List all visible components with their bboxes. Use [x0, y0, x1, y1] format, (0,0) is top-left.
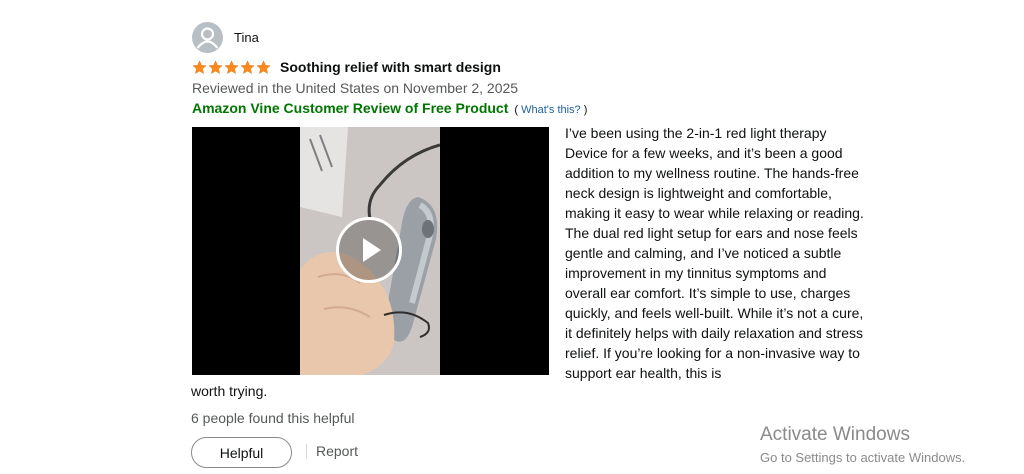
- whats-this-wrapper: ( What's this? ): [514, 104, 587, 116]
- review-card: Tina Soothing relief with smart design R…: [0, 0, 1024, 474]
- star-icon: [192, 59, 207, 74]
- review-video[interactable]: [192, 127, 549, 375]
- review-title[interactable]: Soothing relief with smart design: [280, 59, 501, 75]
- review-body: I’ve been using the 2-in-1 red light the…: [565, 125, 864, 381]
- rating-title-row: Soothing relief with smart design: [192, 59, 501, 75]
- helpful-button[interactable]: Helpful: [191, 437, 292, 468]
- star-icon: [240, 59, 255, 74]
- vine-badge: Amazon Vine Customer Review of Free Prod…: [192, 100, 509, 116]
- star-icon: [224, 59, 239, 74]
- reviewer-name[interactable]: Tina: [234, 30, 259, 45]
- star-rating[interactable]: [192, 59, 272, 75]
- vine-row: Amazon Vine Customer Review of Free Prod…: [192, 100, 587, 116]
- play-icon: [363, 238, 381, 262]
- review-body-continuation: worth trying.: [191, 383, 268, 399]
- reviewer-row: Tina: [192, 22, 259, 53]
- paren-open: (: [514, 104, 519, 116]
- user-avatar-icon[interactable]: [192, 22, 223, 53]
- whats-this-link[interactable]: What's this?: [521, 104, 581, 116]
- play-button[interactable]: [336, 217, 402, 283]
- paren-close: ): [583, 104, 588, 116]
- helpful-count: 6 people found this helpful: [191, 410, 355, 426]
- report-link[interactable]: Report: [316, 443, 358, 459]
- star-icon: [208, 59, 223, 74]
- review-date: Reviewed in the United States on Novembe…: [192, 80, 519, 96]
- activate-windows-subtitle: Go to Settings to activate Windows.: [760, 450, 966, 465]
- star-icon: [256, 59, 271, 74]
- activate-windows-title: Activate Windows: [760, 424, 910, 445]
- action-divider: [306, 444, 307, 459]
